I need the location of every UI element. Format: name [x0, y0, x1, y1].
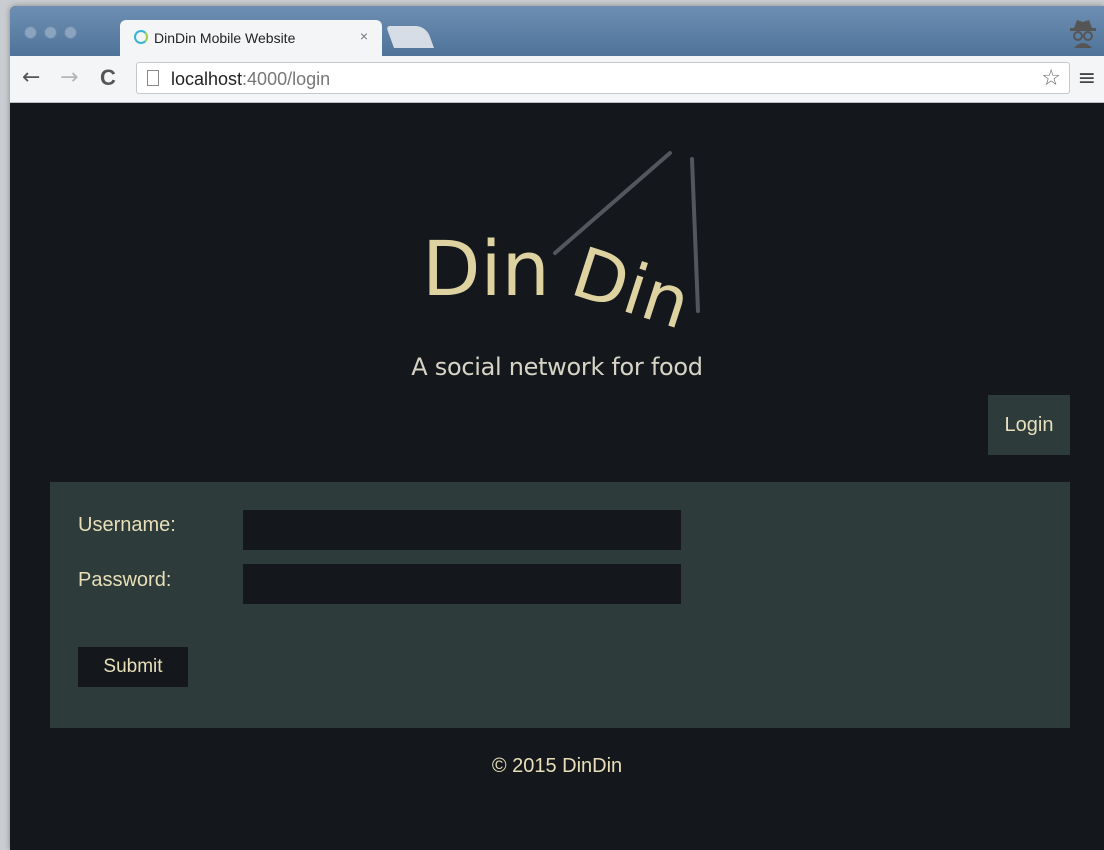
tab-close-icon[interactable]: × — [360, 28, 368, 44]
address-bar[interactable]: localhost:4000/login ☆ — [136, 62, 1070, 94]
maximize-window-button[interactable] — [64, 26, 77, 39]
url-text: localhost:4000/login — [171, 69, 330, 90]
loading-favicon-icon — [134, 30, 148, 44]
close-window-button[interactable] — [24, 26, 37, 39]
password-input[interactable] — [243, 564, 681, 604]
tab-strip: DinDin Mobile Website × — [10, 6, 1104, 56]
menu-icon[interactable]: ≡ — [1078, 66, 1096, 91]
tab-title: DinDin Mobile Website — [154, 30, 296, 46]
tab-dindin[interactable]: DinDin Mobile Website × — [120, 20, 382, 56]
back-arrow-icon[interactable]: ← — [22, 66, 40, 90]
footer-copyright: © 2015 DinDin — [491, 755, 623, 777]
page-content: Din Din A social network for food Login … — [10, 103, 1104, 850]
login-form: Username: Password: Submit — [50, 482, 1070, 728]
login-button[interactable]: Login — [988, 395, 1070, 455]
forward-arrow-icon[interactable]: → — [60, 66, 78, 90]
logo-word-1: Din — [422, 224, 550, 313]
new-tab-button[interactable] — [385, 26, 435, 48]
browser-toolbar: ← → C localhost:4000/login ☆ ≡ — [10, 56, 1104, 103]
url-path: :4000/login — [242, 69, 331, 89]
logo-word-2: Din — [563, 231, 700, 345]
browser-window: DinDin Mobile Website × ← → C localhost:… — [10, 6, 1104, 850]
bookmark-star-icon[interactable]: ☆ — [1041, 66, 1061, 91]
username-label: Username: — [78, 514, 176, 536]
reload-icon[interactable]: C — [100, 66, 116, 90]
tagline: A social network for food — [411, 353, 703, 381]
incognito-icon[interactable] — [1068, 16, 1098, 48]
chopstick-left — [553, 151, 672, 255]
dindin-logo: Din Din — [422, 151, 700, 346]
password-label: Password: — [78, 569, 172, 591]
minimize-window-button[interactable] — [44, 26, 57, 39]
url-host: localhost — [171, 69, 243, 89]
username-input[interactable] — [243, 510, 681, 550]
submit-button[interactable]: Submit — [78, 647, 188, 687]
page-icon — [147, 70, 159, 86]
